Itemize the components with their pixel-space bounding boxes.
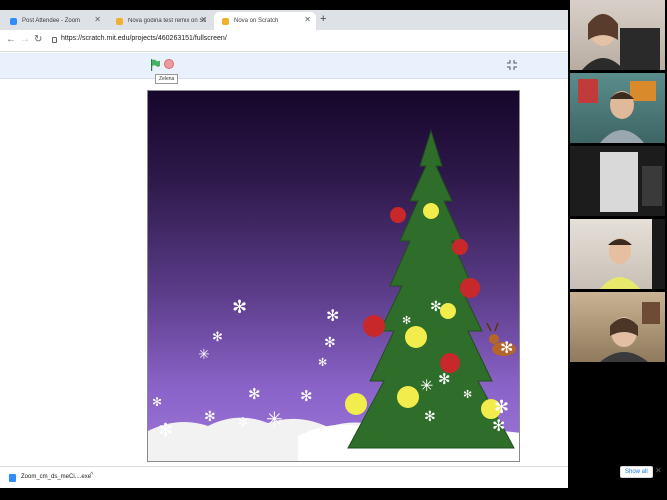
yellow-ornament bbox=[397, 386, 419, 408]
screen: Post Attendee - Zoom ✕ Nova godina test … bbox=[0, 0, 667, 500]
stage-scene: ✻ ✻ ✳ ✻ ✻ ✻ ✻ ✻ ✻ ✳ ✻ ✻ ✻ ✻ ✻ ✻ ✻ ✳ ✻ ✻ … bbox=[148, 129, 519, 461]
yellow-ornament bbox=[440, 303, 456, 319]
snowflake-icon: ✻ bbox=[238, 415, 248, 429]
snowflake-icon: ✻ bbox=[500, 338, 513, 357]
snowflake-icon: ✻ bbox=[492, 416, 505, 435]
tab-close-icon[interactable]: ✕ bbox=[94, 15, 101, 24]
participant-tile[interactable] bbox=[570, 73, 665, 143]
lock-icon[interactable] bbox=[52, 37, 57, 43]
yellow-ornament bbox=[405, 326, 427, 348]
scratch-stage[interactable]: ✻ ✻ ✳ ✻ ✻ ✻ ✻ ✻ ✻ ✳ ✻ ✻ ✻ ✻ ✻ ✻ ✻ ✳ ✻ ✻ … bbox=[147, 90, 520, 462]
snowflake-icon: ✻ bbox=[232, 297, 247, 318]
tab-close-icon[interactable]: ✕ bbox=[200, 15, 207, 24]
address-bar[interactable]: https://scratch.mit.edu/projects/4602631… bbox=[61, 35, 227, 42]
new-tab-button[interactable]: + bbox=[320, 13, 326, 25]
participant-tile[interactable] bbox=[570, 292, 665, 362]
snowflake-icon: ✻ bbox=[463, 388, 472, 401]
tab-close-icon[interactable]: ✕ bbox=[304, 15, 311, 24]
tab-title: Nova on Scratch bbox=[234, 18, 279, 24]
zoom-favicon-icon bbox=[10, 17, 17, 25]
snowflake-icon: ✻ bbox=[424, 409, 436, 425]
participant-tile[interactable] bbox=[570, 146, 665, 216]
snowflake-icon: ✻ bbox=[204, 409, 216, 425]
red-ornament bbox=[390, 207, 406, 223]
browser-toolbar: ← → ↻ https://scratch.mit.edu/projects/4… bbox=[0, 30, 568, 52]
downloads-bar: Zoom_cm_ds_meCi....exe ^ bbox=[0, 466, 568, 488]
snowflake-icon: ✻ bbox=[494, 397, 509, 418]
chevron-up-icon[interactable]: ^ bbox=[90, 472, 93, 479]
flag-tooltip: Zelena bbox=[155, 74, 179, 84]
snowflake-icon: ✻ bbox=[430, 299, 442, 315]
snowflake-icon: ✻ bbox=[300, 387, 313, 405]
yellow-ornament bbox=[423, 203, 439, 219]
snowflake-icon: ✻ bbox=[152, 395, 162, 409]
tab-strip: Post Attendee - Zoom ✕ Nova godina test … bbox=[0, 10, 568, 30]
back-icon[interactable]: ← bbox=[6, 34, 16, 45]
tab-remix[interactable]: Nova godina test remix on Scra... ✕ bbox=[108, 12, 212, 30]
snowflake-icon: ✻ bbox=[318, 356, 327, 369]
reload-icon[interactable]: ↻ bbox=[34, 34, 42, 45]
red-ornament bbox=[363, 315, 385, 337]
tab-nova[interactable]: Nova on Scratch ✕ bbox=[214, 12, 316, 30]
tab-title: Nova godina test remix on Scra... bbox=[128, 18, 206, 24]
participant-3-avatar bbox=[600, 152, 662, 212]
red-ornament bbox=[452, 239, 468, 255]
participant-tile[interactable] bbox=[570, 219, 665, 289]
browser-window: Post Attendee - Zoom ✕ Nova godina test … bbox=[0, 10, 568, 488]
stop-icon[interactable] bbox=[164, 59, 174, 69]
snowflake-icon: ✳ bbox=[266, 407, 283, 431]
exit-fullscreen-icon[interactable] bbox=[507, 60, 517, 70]
show-all-downloads-button[interactable]: Show all bbox=[620, 466, 653, 478]
snowflake-icon: ✻ bbox=[324, 335, 336, 351]
participant-4-avatar bbox=[600, 219, 665, 289]
snowflake-icon: ✻ bbox=[212, 330, 223, 345]
snowflake-icon: ✻ bbox=[438, 370, 451, 388]
tab-zoom[interactable]: Post Attendee - Zoom ✕ bbox=[2, 12, 106, 30]
close-downloads-icon[interactable]: ✕ bbox=[655, 466, 662, 475]
scratch-favicon-icon bbox=[116, 17, 123, 25]
snowflake-icon: ✻ bbox=[326, 306, 339, 325]
participant-tile[interactable] bbox=[570, 0, 665, 70]
green-flag-icon[interactable] bbox=[150, 59, 160, 71]
participant-5-avatar bbox=[600, 302, 660, 362]
tab-title: Post Attendee - Zoom bbox=[22, 18, 81, 24]
red-ornament bbox=[460, 278, 480, 298]
forward-icon[interactable]: → bbox=[20, 34, 30, 45]
scratch-favicon-icon bbox=[222, 17, 229, 25]
snowflake-icon: ✳ bbox=[420, 376, 433, 395]
participant-1-avatar bbox=[582, 14, 660, 70]
snowflake-icon: ✻ bbox=[158, 420, 173, 441]
download-file-name[interactable]: Zoom_cm_ds_meCi....exe bbox=[21, 474, 91, 480]
snowflake-icon: ✳ bbox=[198, 347, 210, 363]
zoom-file-icon bbox=[9, 474, 16, 482]
snowflake-icon: ✻ bbox=[248, 385, 261, 403]
stage-header bbox=[0, 53, 568, 79]
participant-2-avatar bbox=[578, 79, 656, 143]
page-content: Zelena ✻ ✻ ✳ ✻ ✻ ✻ ✻ ✻ ✻ ✳ ✻ ✻ ✻ ✻ ✻ ✻ ✻… bbox=[0, 53, 568, 462]
yellow-ornament bbox=[345, 393, 367, 415]
zoom-gallery bbox=[568, 0, 667, 500]
snowflake-icon: ✻ bbox=[402, 314, 411, 327]
